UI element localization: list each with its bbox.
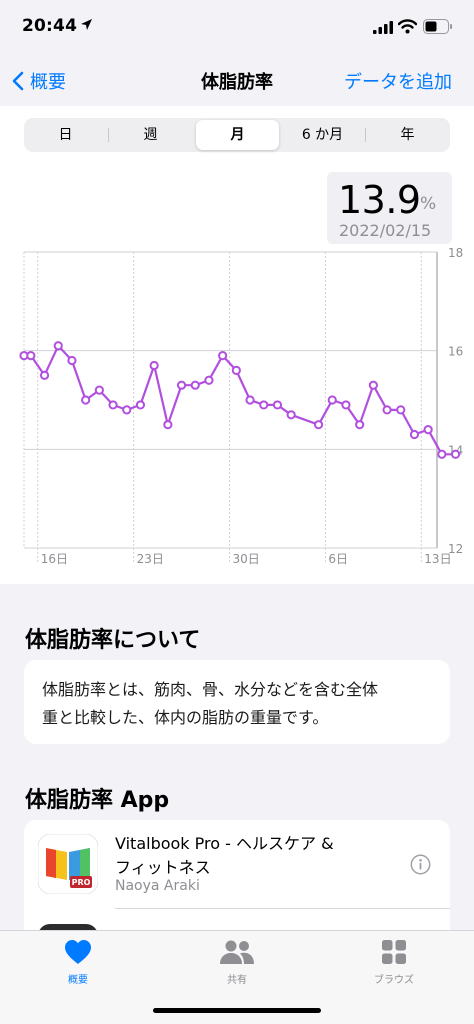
about-text-line-1: 体脂肪率とは、筋肉、骨、水分などを含む全体 [42,680,379,699]
data-point [53,341,63,351]
data-point [341,400,351,410]
tab-label-sharing: 共有 [227,975,247,986]
data-point [327,395,337,405]
data-point [190,380,200,390]
about-text-line-2: 重と比較した、体内の脂肪の重量です。 [42,708,329,727]
tab-browse[interactable]: ブラウズ [349,939,439,986]
add-data-button[interactable]: データを追加 [344,68,452,94]
y-tick-label: 16 [448,345,463,359]
app-name-line-1: Vitalbook Pro - ヘルスケア & [115,834,334,853]
list-separator [115,908,450,909]
people-icon [220,940,254,964]
body-fat-line-chart[interactable]: 1816141216日23日30日6日13日 [0,106,474,584]
data-point [313,420,324,430]
tab-summary[interactable]: 概要 [33,939,123,986]
apps-title: 体脂肪率 App [25,788,170,813]
chart-card: 日 週 月 6 か月 年 13.9 % 2022/02/15 181614121… [0,106,474,584]
about-title: 体脂肪率について [25,628,201,653]
battery-icon [423,19,452,34]
data-point [81,395,91,405]
data-point [176,380,187,390]
x-tick-label: 30日 [233,552,260,566]
tab-label-summary: 概要 [68,975,88,986]
data-point [437,449,447,459]
app-name: Vitalbook Pro - ヘルスケア & フィットネス [115,832,385,880]
x-tick-label: 13日 [424,552,451,566]
data-point [259,400,269,410]
about-card: 体脂肪率とは、筋肉、骨、水分などを含む全体 重と比較した、体内の脂肪の重量です。 [24,660,450,744]
data-point [355,420,365,430]
data-point [368,380,378,390]
x-tick-label: 6日 [328,552,348,566]
info-icon[interactable] [410,854,431,875]
grid-icon [382,940,406,964]
status-time: 20:44 [22,16,78,36]
data-point [218,351,228,361]
wifi-icon [398,19,417,34]
x-tick-label: 16日 [41,552,68,566]
data-point [382,405,392,415]
data-point [26,351,36,361]
data-point [286,410,296,420]
tab-sharing[interactable]: 共有 [192,939,282,986]
data-point [409,429,420,440]
vitalbook-app-icon[interactable]: PRO [37,833,99,895]
data-point [122,405,132,415]
status-bar: 20:44 [0,0,474,56]
x-tick-label: 23日 [137,552,164,566]
data-point [149,360,159,371]
location-arrow-icon [81,19,92,30]
data-point [423,425,433,435]
tab-label-browse: ブラウズ [374,975,414,986]
heart-icon [65,940,91,964]
data-point [396,405,406,415]
y-tick-label: 18 [448,246,463,260]
app-list: PRO Vitalbook Pro - ヘルスケア & フィットネス Naoya… [24,820,450,932]
cellular-signal-icon [373,21,393,34]
data-point [245,395,255,405]
app-developer: Naoya Araki [115,878,200,894]
data-point [108,400,118,410]
data-point [450,449,461,459]
app-name-line-2: フィットネス [115,858,211,877]
data-point [204,375,214,385]
home-indicator [153,1008,321,1013]
data-point [231,365,241,375]
data-point [135,400,146,410]
data-point [67,355,77,366]
app-icon-badge: PRO [72,878,91,887]
nav-bar: 概要 体脂肪率 データを追加 [0,56,474,104]
data-point [94,385,104,395]
data-point [272,400,283,410]
data-point [39,370,50,380]
data-point [163,420,173,430]
